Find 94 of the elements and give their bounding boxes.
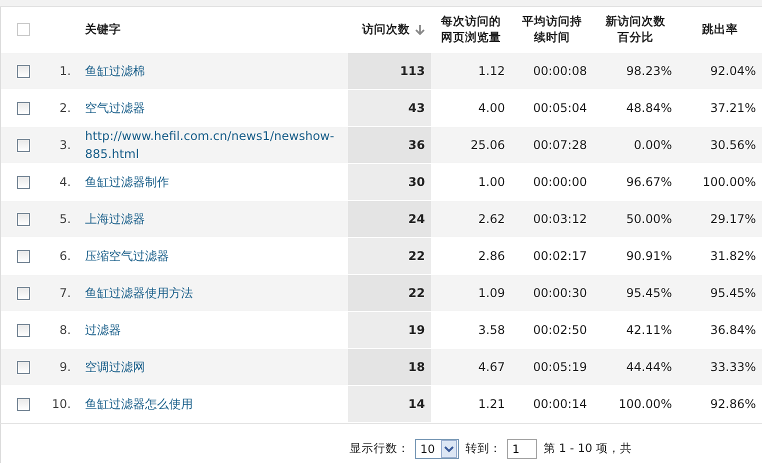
table-cell: 95.45% bbox=[626, 286, 672, 300]
table-cell: 00:00:00 bbox=[533, 175, 587, 189]
table-cell: 96.67% bbox=[626, 175, 672, 189]
table-cell: 0.00% bbox=[634, 138, 672, 152]
column-header[interactable]: 跳出率 bbox=[702, 22, 738, 37]
row-checkbox[interactable] bbox=[16, 286, 30, 300]
row-number: 4. bbox=[60, 175, 71, 189]
table-cell: 00:02:17 bbox=[533, 249, 587, 263]
table-cell: 24 bbox=[408, 212, 425, 226]
table-cell: 19 bbox=[408, 323, 425, 337]
table-cell: 42.11% bbox=[626, 323, 672, 337]
table-cell: 00:00:14 bbox=[533, 397, 587, 411]
rows-select[interactable]: 10 bbox=[415, 438, 460, 458]
column-header[interactable]: 关键字 bbox=[85, 22, 121, 37]
column-header[interactable]: 每次访问的网页浏览量 bbox=[438, 14, 504, 46]
table-cell: 14 bbox=[408, 397, 425, 411]
row-checkbox[interactable] bbox=[16, 64, 30, 78]
table-cell: 2.62 bbox=[478, 212, 505, 226]
row-number: 7. bbox=[60, 286, 71, 300]
table-cell: 98.23% bbox=[626, 64, 672, 78]
table-cell: 92.04% bbox=[710, 64, 756, 78]
table-cell: 95.45% bbox=[710, 286, 756, 300]
keyword-link[interactable]: http://www.hefil.com.cn/news1/newshow-885.html bbox=[85, 127, 342, 163]
row-checkbox[interactable] bbox=[16, 212, 30, 226]
table-cell: 30.56% bbox=[710, 138, 756, 152]
table-cell: 4.00 bbox=[478, 101, 505, 115]
table-cell: 22 bbox=[408, 286, 425, 300]
table-cell: 36.84% bbox=[710, 323, 756, 337]
column-header[interactable]: 平均访问持续时间 bbox=[520, 14, 584, 46]
keyword-link[interactable]: 鱼缸过滤器制作 bbox=[85, 173, 169, 191]
row-checkbox[interactable] bbox=[16, 324, 30, 336]
table-cell: 1.09 bbox=[478, 286, 505, 300]
keyword-link[interactable]: 鱼缸过滤器怎么使用 bbox=[85, 395, 193, 413]
keyword-link[interactable]: 过滤器 bbox=[85, 321, 121, 339]
page-input[interactable]: 1 bbox=[507, 438, 538, 458]
table-cell: 1.21 bbox=[478, 397, 505, 411]
table-cell: 00:00:30 bbox=[533, 286, 587, 300]
table-cell: 33.33% bbox=[710, 360, 756, 374]
row-checkbox[interactable] bbox=[16, 360, 30, 374]
table-cell: 4.67 bbox=[478, 360, 505, 374]
keyword-link[interactable]: 鱼缸过滤器使用方法 bbox=[85, 284, 193, 302]
row-number: 6. bbox=[60, 249, 71, 263]
sort-down-icon[interactable] bbox=[415, 24, 425, 36]
table-cell: 3.58 bbox=[478, 323, 505, 337]
table-cell: 44.44% bbox=[626, 360, 672, 374]
row-checkbox[interactable] bbox=[16, 250, 30, 262]
table-cell: 00:03:12 bbox=[533, 212, 587, 226]
keyword-link[interactable]: 压缩空气过滤器 bbox=[85, 247, 169, 265]
table-cell: 00:00:08 bbox=[533, 64, 587, 78]
table-cell: 36 bbox=[408, 138, 425, 152]
table-cell: 00:02:50 bbox=[533, 323, 587, 337]
table-cell: 31.82% bbox=[710, 249, 756, 263]
row-number: 2. bbox=[60, 101, 71, 115]
column-header[interactable]: 新访问次数百分比 bbox=[603, 14, 668, 46]
table-cell: 48.84% bbox=[626, 101, 672, 115]
table-cell: 90.91% bbox=[626, 249, 672, 263]
goto-label: 转到： bbox=[465, 441, 502, 456]
row-checkbox[interactable] bbox=[16, 398, 30, 410]
table-cell: 18 bbox=[408, 360, 425, 374]
row-checkbox[interactable] bbox=[16, 138, 30, 152]
table-cell: 37.21% bbox=[710, 101, 756, 115]
table-cell: 00:07:28 bbox=[533, 138, 587, 152]
table-cell: 43 bbox=[408, 101, 425, 115]
table-cell: 2.86 bbox=[478, 249, 505, 263]
row-checkbox[interactable] bbox=[16, 176, 30, 188]
keyword-link[interactable]: 空调过滤网 bbox=[85, 358, 145, 376]
table-cell: 25.06 bbox=[470, 138, 505, 152]
table-cell: 50.00% bbox=[626, 212, 672, 226]
row-number: 10. bbox=[52, 397, 71, 411]
keyword-link[interactable]: 鱼缸过滤棉 bbox=[85, 62, 145, 80]
rows-label: 显示行数： bbox=[349, 441, 410, 456]
range-text: 第 1 - 10 项，共 bbox=[543, 441, 632, 456]
table-cell: 29.17% bbox=[710, 212, 756, 226]
table-cell: 1.12 bbox=[478, 64, 505, 78]
table-cell: 100.00% bbox=[702, 175, 756, 189]
row-number: 8. bbox=[60, 323, 71, 337]
table-cell: 113 bbox=[400, 64, 425, 78]
keyword-link[interactable]: 空气过滤器 bbox=[85, 99, 145, 117]
table-cell: 00:05:19 bbox=[533, 360, 587, 374]
row-checkbox[interactable] bbox=[16, 102, 30, 114]
table-cell: 1.00 bbox=[478, 175, 505, 189]
column-header[interactable]: 访问次数 bbox=[362, 22, 425, 37]
table-cell: 22 bbox=[408, 249, 425, 263]
table-cell: 00:05:04 bbox=[533, 101, 587, 115]
table-cell: 30 bbox=[408, 175, 425, 189]
keyword-link[interactable]: 上海过滤器 bbox=[85, 210, 145, 228]
row-number: 5. bbox=[60, 212, 71, 226]
table-cell: 92.86% bbox=[710, 397, 756, 411]
row-number: 3. bbox=[60, 138, 71, 152]
select-all-checkbox[interactable] bbox=[16, 23, 30, 36]
row-number: 1. bbox=[60, 64, 71, 78]
dropdown-icon[interactable] bbox=[441, 440, 458, 458]
table-cell: 100.00% bbox=[618, 397, 672, 411]
row-number: 9. bbox=[60, 360, 71, 374]
